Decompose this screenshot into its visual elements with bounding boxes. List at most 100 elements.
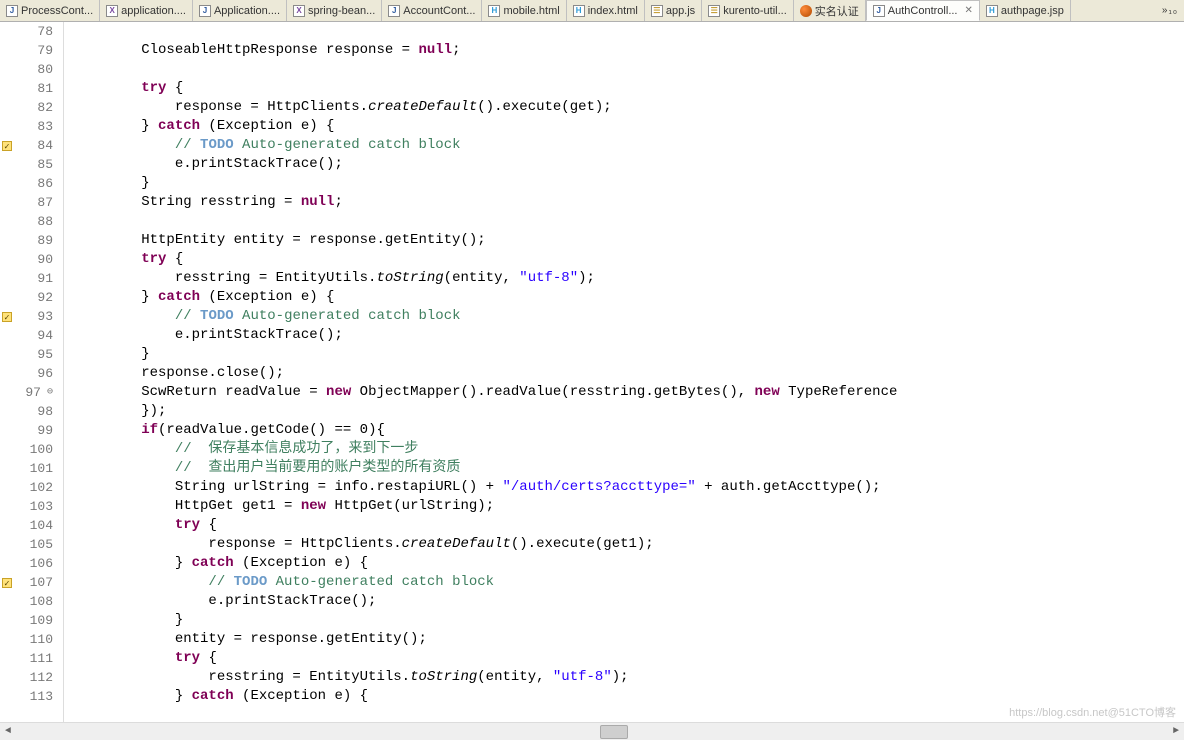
code-line[interactable]: resstring = EntityUtils.toString(entity,… [74,269,1184,288]
tab-label: ProcessCont... [21,5,93,17]
tab-label: AuthControll... [888,5,958,17]
editor-tab[interactable]: JProcessCont... [0,0,100,21]
line-number: 97 ⊖ [0,383,53,402]
line-number: 101 [0,459,53,478]
line-number-value: 107 [30,573,53,592]
line-number: 90 [0,250,53,269]
editor-tab[interactable]: Xapplication.... [100,0,193,21]
code-line[interactable]: response = HttpClients.createDefault().e… [74,98,1184,117]
code-line[interactable]: // 查出用户当前要用的账户类型的所有资质 [74,459,1184,478]
code-line[interactable]: } [74,611,1184,630]
code-line[interactable] [74,60,1184,79]
line-number: 78 [0,22,53,41]
horizontal-scrollbar[interactable]: ◄ ► [0,722,1184,740]
tab-overflow-button[interactable]: »₁₀ [1156,5,1184,16]
file-type-icon: H [573,5,585,17]
code-line[interactable]: } catch (Exception e) { [74,554,1184,573]
line-number: 104 [0,516,53,535]
code-line[interactable]: try { [74,79,1184,98]
editor-tab[interactable]: Xspring-bean... [287,0,382,21]
scrollbar-thumb[interactable] [600,725,628,739]
code-line[interactable]: resstring = EntityUtils.toString(entity,… [74,668,1184,687]
code-line[interactable]: } [74,174,1184,193]
code-line[interactable]: }); [74,402,1184,421]
code-line[interactable]: // TODO Auto-generated catch block [74,136,1184,155]
line-number: 91 [0,269,53,288]
line-number: 85 [0,155,53,174]
editor-tab[interactable]: Hindex.html [567,0,645,21]
warning-icon: ✓ [2,141,12,151]
code-line[interactable]: // TODO Auto-generated catch block [74,307,1184,326]
line-number-value: 78 [37,22,53,41]
code-line[interactable]: try { [74,649,1184,668]
editor-tab[interactable]: JAuthControll...✕ [866,0,980,21]
file-type-icon: J [388,5,400,17]
editor-tab[interactable]: JAccountCont... [382,0,482,21]
code-content[interactable]: CloseableHttpResponse response = null; t… [64,22,1184,722]
line-number: 109 [0,611,53,630]
line-number-value: 96 [37,364,53,383]
fold-icon[interactable]: ⊖ [47,383,53,402]
editor-tab[interactable]: ☰kurento-util... [702,0,794,21]
code-line[interactable]: try { [74,250,1184,269]
code-line[interactable]: response.close(); [74,364,1184,383]
line-number-value: 79 [37,41,53,60]
line-number-value: 80 [37,60,53,79]
editor-tab[interactable]: JApplication.... [193,0,287,21]
line-number-value: 81 [37,79,53,98]
scroll-left-arrow-icon[interactable]: ◄ [0,726,16,737]
code-line[interactable]: try { [74,516,1184,535]
line-number: 92 [0,288,53,307]
line-number-value: 97 [25,383,41,402]
tab-close-icon[interactable]: ✕ [964,5,972,16]
code-line[interactable] [74,22,1184,41]
code-line[interactable]: e.printStackTrace(); [74,592,1184,611]
line-number: 99 [0,421,53,440]
editor-tab[interactable]: 实名认证 [794,0,866,21]
line-number-value: 94 [37,326,53,345]
line-number: 79 [0,41,53,60]
tab-label: kurento-util... [723,5,787,17]
code-line[interactable]: e.printStackTrace(); [74,326,1184,345]
line-number-value: 89 [37,231,53,250]
editor-area: 787980818283✓848586878889909192✓93949596… [0,22,1184,722]
code-line[interactable]: } catch (Exception e) { [74,117,1184,136]
line-number-value: 95 [37,345,53,364]
code-line[interactable]: String urlString = info.restapiURL() + "… [74,478,1184,497]
code-line[interactable]: // 保存基本信息成功了，来到下一步 [74,440,1184,459]
line-number: 102 [0,478,53,497]
file-type-icon: J [199,5,211,17]
line-number: 112 [0,668,53,687]
code-line[interactable]: } catch (Exception e) { [74,288,1184,307]
line-number: 113 [0,687,53,706]
line-number: 96 [0,364,53,383]
file-type-icon: H [488,5,500,17]
line-number-value: 92 [37,288,53,307]
code-line[interactable] [74,212,1184,231]
tab-label: index.html [588,5,638,17]
code-line[interactable]: ScwReturn readValue = new ObjectMapper()… [74,383,1184,402]
line-number: 80 [0,60,53,79]
code-line[interactable]: // TODO Auto-generated catch block [74,573,1184,592]
code-line[interactable]: entity = response.getEntity(); [74,630,1184,649]
editor-tab[interactable]: Hauthpage.jsp [980,0,1071,21]
line-number: 81 [0,79,53,98]
file-type-icon: X [293,5,305,17]
editor-tab[interactable]: ☰app.js [645,0,702,21]
editor-tab[interactable]: Hmobile.html [482,0,566,21]
line-number: 88 [0,212,53,231]
scroll-right-arrow-icon[interactable]: ► [1168,726,1184,737]
line-number: ✓93 [0,307,53,326]
code-line[interactable]: e.printStackTrace(); [74,155,1184,174]
code-line[interactable]: HttpEntity entity = response.getEntity()… [74,231,1184,250]
line-number-value: 85 [37,155,53,174]
code-line[interactable]: String resstring = null; [74,193,1184,212]
code-line[interactable]: } [74,345,1184,364]
gutter: 787980818283✓848586878889909192✓93949596… [0,22,64,722]
tab-label: spring-bean... [308,5,375,17]
code-line[interactable]: HttpGet get1 = new HttpGet(urlString); [74,497,1184,516]
code-line[interactable]: if(readValue.getCode() == 0){ [74,421,1184,440]
code-line[interactable]: response = HttpClients.createDefault().e… [74,535,1184,554]
file-type-icon: J [6,5,18,17]
code-line[interactable]: CloseableHttpResponse response = null; [74,41,1184,60]
